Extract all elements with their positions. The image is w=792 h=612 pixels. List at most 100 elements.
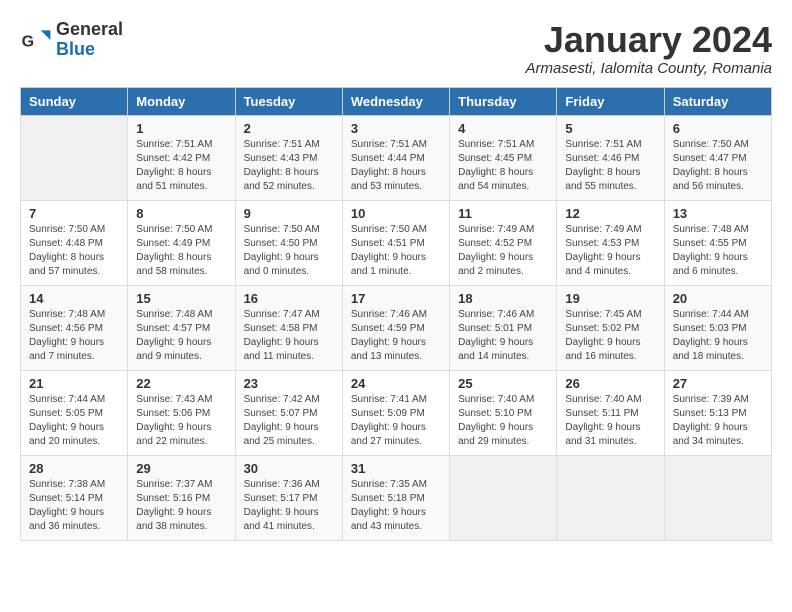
calendar-cell: 29 Sunrise: 7:37 AM Sunset: 5:16 PM Dayli… — [128, 455, 235, 540]
day-number: 24 — [351, 376, 441, 391]
day-number: 5 — [565, 121, 655, 136]
calendar-cell: 19Sunrise: 7:45 AM Sunset: 5:02 PM Dayli… — [557, 285, 664, 370]
day-number: 11 — [458, 206, 548, 221]
day-info: Sunrise: 7:51 AM Sunset: 4:44 PM Dayligh… — [351, 138, 441, 194]
calendar-cell: 9 Sunrise: 7:50 AM Sunset: 4:50 PM Daylig… — [235, 200, 342, 285]
calendar-cell: 17 Sunrise: 7:46 AM Sunset: 4:59 PM Dayli… — [342, 285, 449, 370]
day-number: 31 — [351, 461, 441, 476]
day-number: 18 — [458, 291, 548, 306]
day-info: Sunrise: 7:38 AM Sunset: 5:14 PM Dayligh… — [29, 478, 119, 534]
day-info: Sunrise: 7:49 AM Sunset: 4:52 PM Dayligh… — [458, 223, 548, 279]
day-number: 12 — [565, 206, 655, 221]
calendar-cell: 6 Sunrise: 7:50 AM Sunset: 4:47 PM Daylig… — [664, 115, 771, 200]
day-info: Sunrise: 7:50 AM Sunset: 4:50 PM Dayligh… — [244, 223, 334, 279]
day-number: 4 — [458, 121, 548, 136]
calendar-cell: 7 Sunrise: 7:50 AM Sunset: 4:48 PM Daylig… — [21, 200, 128, 285]
day-info: Sunrise: 7:46 AM Sunset: 4:59 PM Dayligh… — [351, 308, 441, 364]
header-monday: Monday — [128, 87, 235, 115]
calendar-cell: 24 Sunrise: 7:41 AM Sunset: 5:09 PM Dayli… — [342, 370, 449, 455]
calendar-cell: 26Sunrise: 7:40 AM Sunset: 5:11 PM Dayli… — [557, 370, 664, 455]
day-number: 1 — [136, 121, 226, 136]
calendar-cell: 22 Sunrise: 7:43 AM Sunset: 5:06 PM Dayli… — [128, 370, 235, 455]
day-info: Sunrise: 7:36 AM Sunset: 5:17 PM Dayligh… — [244, 478, 334, 534]
calendar-cell: 8 Sunrise: 7:50 AM Sunset: 4:49 PM Daylig… — [128, 200, 235, 285]
day-info: Sunrise: 7:44 AM Sunset: 5:05 PM Dayligh… — [29, 393, 119, 449]
day-number: 14 — [29, 291, 119, 306]
day-number: 6 — [673, 121, 763, 136]
day-number: 3 — [351, 121, 441, 136]
day-info: Sunrise: 7:42 AM Sunset: 5:07 PM Dayligh… — [244, 393, 334, 449]
day-info: Sunrise: 7:49 AM Sunset: 4:53 PM Dayligh… — [565, 223, 655, 279]
day-number: 29 — [136, 461, 226, 476]
calendar-cell: 25 Sunrise: 7:40 AM Sunset: 5:10 PM Dayli… — [450, 370, 557, 455]
calendar-week-row: 14 Sunrise: 7:48 AM Sunset: 4:56 PM Dayli… — [21, 285, 772, 370]
day-info: Sunrise: 7:43 AM Sunset: 5:06 PM Dayligh… — [136, 393, 226, 449]
day-number: 30 — [244, 461, 334, 476]
day-info: Sunrise: 7:37 AM Sunset: 5:16 PM Dayligh… — [136, 478, 226, 534]
calendar-cell: 21 Sunrise: 7:44 AM Sunset: 5:05 PM Dayli… — [21, 370, 128, 455]
calendar-cell: 10 Sunrise: 7:50 AM Sunset: 4:51 PM Dayli… — [342, 200, 449, 285]
calendar-cell: 12 Sunrise: 7:49 AM Sunset: 4:53 PM Dayli… — [557, 200, 664, 285]
logo: G General Blue — [20, 20, 123, 60]
day-number: 20 — [673, 291, 763, 306]
day-info: Sunrise: 7:50 AM Sunset: 4:48 PM Dayligh… — [29, 223, 119, 279]
day-number: 15 — [136, 291, 226, 306]
calendar-cell: 16 Sunrise: 7:47 AM Sunset: 4:58 PM Dayli… — [235, 285, 342, 370]
calendar-cell: 2Sunrise: 7:51 AM Sunset: 4:43 PM Daylig… — [235, 115, 342, 200]
calendar-cell: 30 Sunrise: 7:36 AM Sunset: 5:17 PM Dayli… — [235, 455, 342, 540]
calendar-cell: 3 Sunrise: 7:51 AM Sunset: 4:44 PM Daylig… — [342, 115, 449, 200]
day-number: 21 — [29, 376, 119, 391]
calendar-week-row: 28Sunrise: 7:38 AM Sunset: 5:14 PM Dayli… — [21, 455, 772, 540]
logo-blue: Blue — [56, 40, 123, 60]
day-number: 7 — [29, 206, 119, 221]
day-info: Sunrise: 7:39 AM Sunset: 5:13 PM Dayligh… — [673, 393, 763, 449]
day-info: Sunrise: 7:47 AM Sunset: 4:58 PM Dayligh… — [244, 308, 334, 364]
day-number: 25 — [458, 376, 548, 391]
calendar-cell: 1Sunrise: 7:51 AM Sunset: 4:42 PM Daylig… — [128, 115, 235, 200]
calendar-cell: 5 Sunrise: 7:51 AM Sunset: 4:46 PM Daylig… — [557, 115, 664, 200]
calendar-cell: 11 Sunrise: 7:49 AM Sunset: 4:52 PM Dayli… — [450, 200, 557, 285]
day-info: Sunrise: 7:44 AM Sunset: 5:03 PM Dayligh… — [673, 308, 763, 364]
day-info: Sunrise: 7:48 AM Sunset: 4:56 PM Dayligh… — [29, 308, 119, 364]
day-info: Sunrise: 7:50 AM Sunset: 4:49 PM Dayligh… — [136, 223, 226, 279]
header-friday: Friday — [557, 87, 664, 115]
calendar-cell: 20 Sunrise: 7:44 AM Sunset: 5:03 PM Dayli… — [664, 285, 771, 370]
calendar-cell: 15 Sunrise: 7:48 AM Sunset: 4:57 PM Dayli… — [128, 285, 235, 370]
day-number: 9 — [244, 206, 334, 221]
day-info: Sunrise: 7:48 AM Sunset: 4:57 PM Dayligh… — [136, 308, 226, 364]
day-info: Sunrise: 7:45 AM Sunset: 5:02 PM Dayligh… — [565, 308, 655, 364]
day-info: Sunrise: 7:51 AM Sunset: 4:46 PM Dayligh… — [565, 138, 655, 194]
calendar-week-row: 21 Sunrise: 7:44 AM Sunset: 5:05 PM Dayli… — [21, 370, 772, 455]
day-number: 16 — [244, 291, 334, 306]
day-info: Sunrise: 7:50 AM Sunset: 4:47 PM Dayligh… — [673, 138, 763, 194]
day-info: Sunrise: 7:41 AM Sunset: 5:09 PM Dayligh… — [351, 393, 441, 449]
header-sunday: Sunday — [21, 87, 128, 115]
logo-general: General — [56, 20, 123, 40]
calendar-cell: 13Sunrise: 7:48 AM Sunset: 4:55 PM Dayli… — [664, 200, 771, 285]
day-number: 2 — [244, 121, 334, 136]
day-number: 23 — [244, 376, 334, 391]
day-info: Sunrise: 7:40 AM Sunset: 5:11 PM Dayligh… — [565, 393, 655, 449]
day-number: 17 — [351, 291, 441, 306]
calendar-cell: 23 Sunrise: 7:42 AM Sunset: 5:07 PM Dayli… — [235, 370, 342, 455]
calendar-header-row: SundayMondayTuesdayWednesdayThursdayFrid… — [21, 87, 772, 115]
calendar-cell — [21, 115, 128, 200]
calendar-cell: 31 Sunrise: 7:35 AM Sunset: 5:18 PM Dayli… — [342, 455, 449, 540]
day-info: Sunrise: 7:35 AM Sunset: 5:18 PM Dayligh… — [351, 478, 441, 534]
calendar-cell: 28Sunrise: 7:38 AM Sunset: 5:14 PM Dayli… — [21, 455, 128, 540]
day-number: 22 — [136, 376, 226, 391]
calendar-cell: 18 Sunrise: 7:46 AM Sunset: 5:01 PM Dayli… — [450, 285, 557, 370]
day-info: Sunrise: 7:46 AM Sunset: 5:01 PM Dayligh… — [458, 308, 548, 364]
header-wednesday: Wednesday — [342, 87, 449, 115]
calendar-cell: 4Sunrise: 7:51 AM Sunset: 4:45 PM Daylig… — [450, 115, 557, 200]
title-area: January 2024 Armasesti, Ialomita County,… — [526, 20, 772, 77]
calendar-cell — [450, 455, 557, 540]
calendar-cell: 14 Sunrise: 7:48 AM Sunset: 4:56 PM Dayli… — [21, 285, 128, 370]
day-info: Sunrise: 7:40 AM Sunset: 5:10 PM Dayligh… — [458, 393, 548, 449]
day-number: 13 — [673, 206, 763, 221]
calendar-table: SundayMondayTuesdayWednesdayThursdayFrid… — [20, 87, 772, 541]
day-info: Sunrise: 7:50 AM Sunset: 4:51 PM Dayligh… — [351, 223, 441, 279]
day-number: 10 — [351, 206, 441, 221]
day-number: 8 — [136, 206, 226, 221]
page-header: G General Blue January 2024 Armasesti, I… — [20, 20, 772, 77]
